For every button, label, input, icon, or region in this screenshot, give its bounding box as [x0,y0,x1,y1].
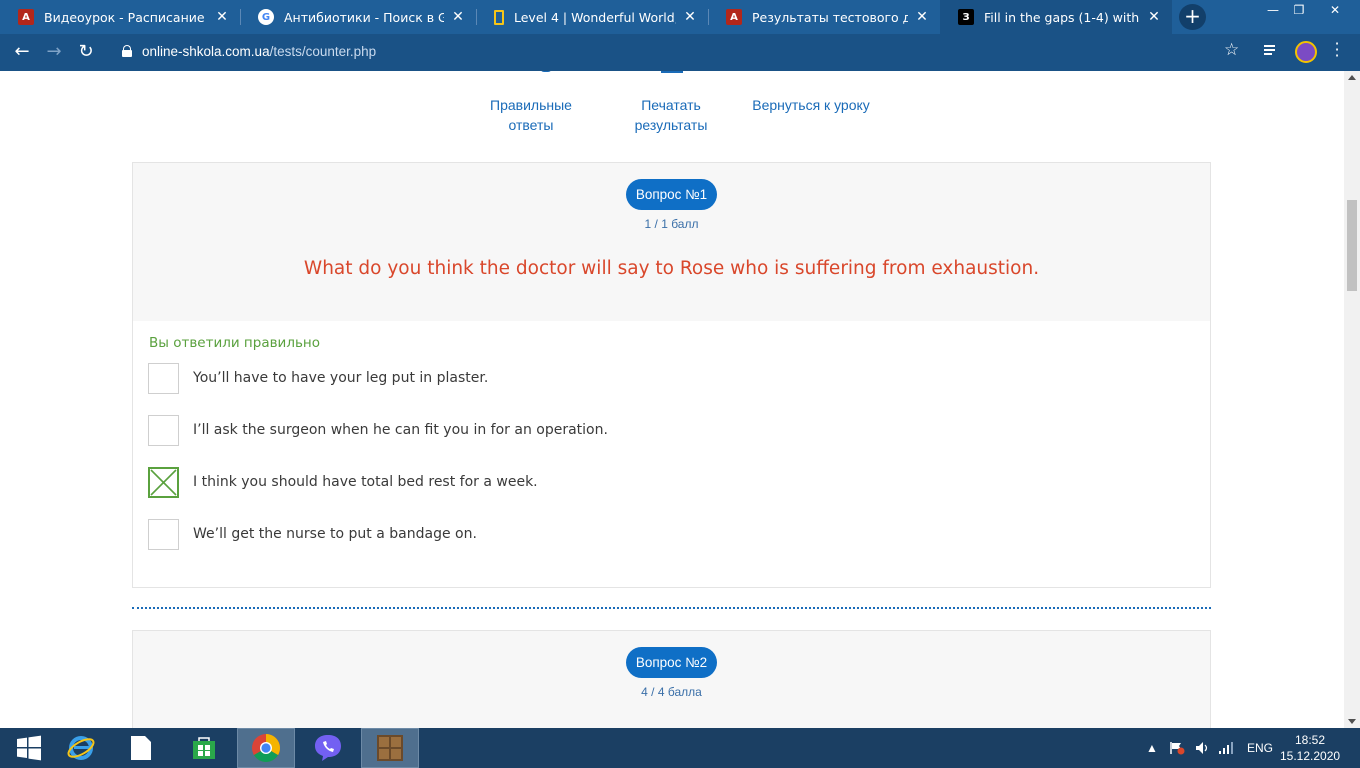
bookmark-icon [494,9,504,25]
answer-label: We’ll get the nurse to put a bandage on. [193,526,477,542]
system-clock[interactable]: 18:52 15.12.2020 [1280,732,1340,764]
close-icon[interactable]: ✕ [1146,9,1162,25]
browser-tab-4[interactable]: A Результаты тестового домашн ✕ [708,0,940,34]
store-icon[interactable] [175,728,233,768]
page-scrollbar[interactable] [1344,71,1360,728]
web-page: Правильные ответы Печатать результаты Ве… [0,71,1344,728]
url-path: /tests/counter.php [269,44,377,59]
profile-avatar[interactable] [1295,41,1317,63]
question-number-badge: Вопрос №1 [625,179,718,210]
result-status: Вы ответили правильно [149,335,320,351]
browser-tab-3[interactable]: Level 4 | Wonderful World, 2e ✕ [476,0,708,34]
input-language[interactable]: ENG [1247,728,1273,768]
volume-icon[interactable] [1195,728,1211,768]
tab-title: Level 4 | Wonderful World, 2e [514,9,676,25]
close-icon[interactable]: ✕ [914,9,930,25]
more-menu-icon[interactable]: · · · [1333,36,1341,64]
back-arrow-icon[interactable]: ← [10,41,34,63]
clock-time: 18:52 [1294,733,1326,747]
znanija-icon: З [958,9,974,25]
bookmark-star-icon[interactable]: ☆ [1224,40,1239,60]
scroll-up-arrow-icon[interactable] [1348,75,1356,80]
question-card: Вопрос №2 4 / 4 балла [132,630,1211,728]
close-window-icon[interactable]: ✕ [1320,0,1350,20]
url-host: online-shkola.com.ua [142,44,270,59]
show-hidden-icons-icon[interactable]: ▲ [1146,728,1158,768]
close-icon[interactable]: ✕ [682,9,698,25]
media-playlist-icon[interactable] [1264,43,1280,57]
network-error-flag-icon[interactable] [1169,728,1185,768]
google-icon: G [258,9,274,25]
print-results-link[interactable]: Печатать результаты [611,95,731,135]
clock-date: 15.12.2020 [1280,749,1341,763]
question-header: Вопрос №2 4 / 4 балла [133,631,1210,728]
tab-strip: A Видеоурок - Расписание - Онл ✕ G Антиб… [0,0,1360,34]
question-header: Вопрос №1 1 / 1 балл What do you think t… [133,163,1210,321]
answer-option-selected[interactable]: I think you should have total bed rest f… [148,466,538,498]
answer-option[interactable]: You’ll have to have your leg put in plas… [148,362,488,394]
lock-icon [122,45,132,57]
check-answers-icon [540,71,552,72]
answer-label: I think you should have total bed rest f… [193,474,538,490]
question-score: 4 / 4 балла [641,685,702,699]
minecraft-icon[interactable] [361,728,419,768]
answer-option[interactable]: We’ll get the nurse to put a bandage on. [148,518,477,550]
question-number-badge: Вопрос №2 [625,647,718,678]
windows-taskbar: ▲ ENG 18:52 15.12.2020 [0,728,1360,768]
tab-title: Антибиотики - Поиск в Google [284,9,444,25]
question-score: 1 / 1 балл [644,217,699,231]
answer-label: You’ll have to have your leg put in plas… [193,370,489,386]
browser-tab-5-active[interactable]: З Fill in the gaps (1-4) with the ap ✕ [940,0,1172,34]
viber-icon[interactable] [299,728,357,768]
question-card: Вопрос №1 1 / 1 балл What do you think t… [132,162,1211,588]
close-icon[interactable]: ✕ [450,9,466,25]
questions-divider [132,607,1211,609]
return-to-lesson-link[interactable]: Вернуться к уроку [751,95,871,115]
new-tab-button[interactable]: + [1179,4,1206,30]
tab-title: Fill in the gaps (1-4) with the ap [984,9,1140,25]
address-bar[interactable]: online-shkola.com.ua/tests/counter.php [142,44,376,59]
browser-tab-2[interactable]: G Антибиотики - Поиск в Google ✕ [240,0,476,34]
scroll-down-arrow-icon[interactable] [1348,719,1356,724]
browser-tab-1[interactable]: A Видеоурок - Расписание - Онл ✕ [0,0,240,34]
answer-checkbox-checked[interactable] [148,466,179,498]
pdf-icon: A [18,9,34,25]
tab-title: Результаты тестового домашн [752,9,908,25]
question-text: What do you think the doctor will say to… [303,258,1040,279]
answer-checkbox[interactable] [148,518,179,550]
answer-checkbox[interactable] [148,414,179,446]
file-icon[interactable] [112,728,170,768]
answer-checkbox[interactable] [148,362,179,394]
internet-explorer-icon[interactable] [52,728,110,768]
chrome-icon[interactable] [237,728,295,768]
checked-cross-icon [150,468,177,496]
pdf-icon: A [726,9,742,25]
scrollbar-thumb[interactable] [1347,200,1357,291]
forward-arrow-icon[interactable]: → [42,41,66,63]
correct-answers-link[interactable]: Правильные ответы [471,95,591,135]
close-icon[interactable]: ✕ [214,9,230,25]
answer-label: I’ll ask the surgeon when he can fit you… [193,422,608,438]
restore-icon[interactable]: ❐ [1284,0,1314,20]
windows-start-icon[interactable] [0,728,58,768]
tab-title: Видеоурок - Расписание - Онл [44,9,208,25]
reload-icon[interactable]: ↻ [74,41,98,63]
printer-icon [661,71,683,73]
network-signal-icon[interactable] [1218,728,1234,768]
answer-option[interactable]: I’ll ask the surgeon when he can fit you… [148,414,608,446]
